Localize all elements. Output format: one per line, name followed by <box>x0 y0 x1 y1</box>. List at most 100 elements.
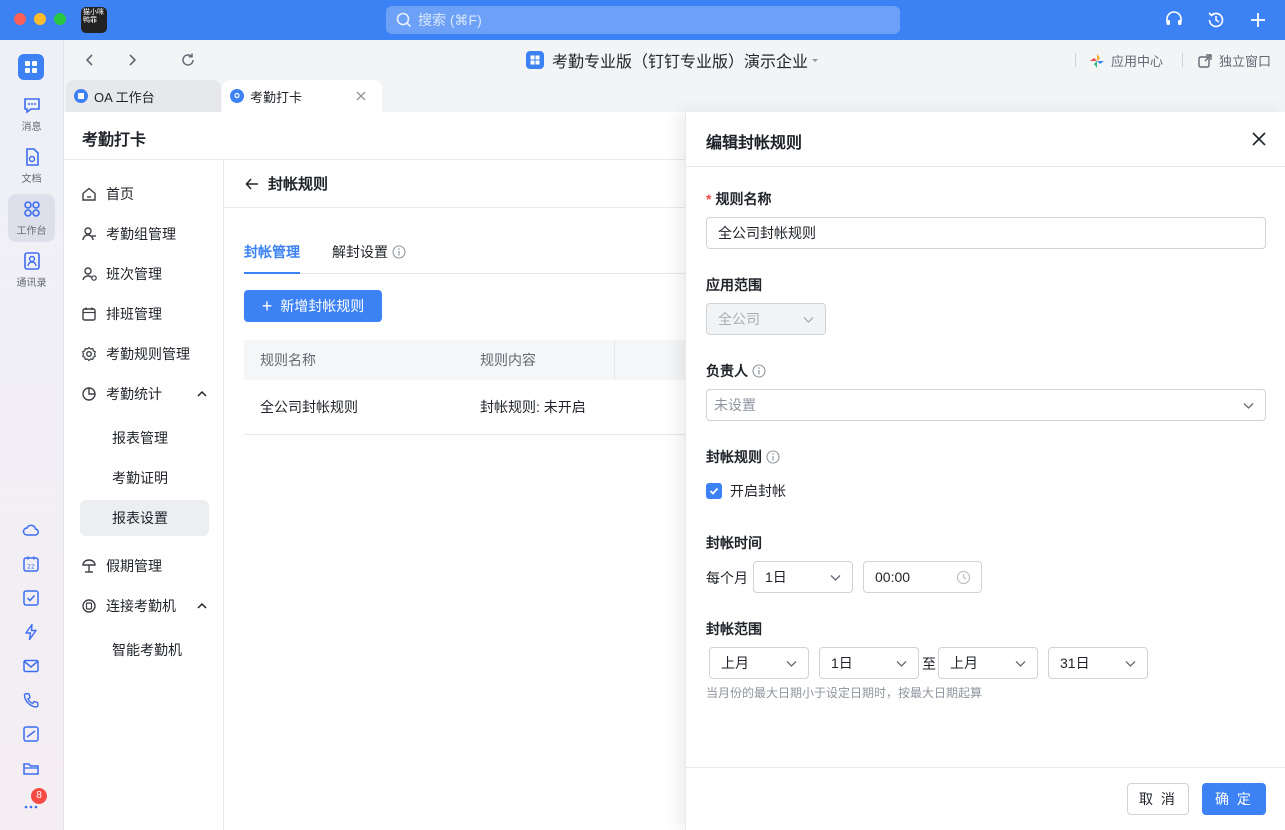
refresh-icon[interactable] <box>178 50 198 70</box>
headset-icon[interactable] <box>1163 9 1185 31</box>
document-icon <box>25 148 39 166</box>
global-search-input[interactable]: 搜索 (⌘F) <box>386 6 900 34</box>
tab-label: 考勤打卡 <box>250 89 303 105</box>
select-placeholder: 未设置 <box>714 397 756 413</box>
forward-icon[interactable] <box>122 50 142 70</box>
lightning-icon[interactable] <box>21 622 41 642</box>
device-icon <box>80 597 98 615</box>
standalone-window-button[interactable]: 独立窗口 <box>1197 51 1271 70</box>
app-grid-button[interactable] <box>18 54 44 80</box>
scope-select[interactable]: 全公司 <box>706 303 826 335</box>
owner-select[interactable]: 未设置 <box>706 389 1266 421</box>
menu-item-smart-device[interactable]: 智能考勤机 <box>80 632 209 668</box>
chevron-down-icon <box>896 661 907 667</box>
menu-label: 报表设置 <box>112 510 168 526</box>
tab-attendance[interactable]: 考勤打卡 <box>222 80 382 112</box>
calendar-icon[interactable]: 22 <box>21 554 41 574</box>
mail-icon[interactable] <box>21 656 41 676</box>
label-text: 应用范围 <box>706 277 762 293</box>
contacts-icon <box>23 252 40 270</box>
tab-label: OA 工作台 <box>94 89 155 105</box>
phone-icon[interactable] <box>21 690 41 710</box>
menu-item-schedule-management[interactable]: 排班管理 <box>80 296 209 332</box>
enable-seal-checkbox[interactable]: 开启封帐 <box>706 481 786 501</box>
tab-oa-workbench[interactable]: OA 工作台 <box>66 80 221 112</box>
menu-item-group-management[interactable]: 考勤组管理 <box>80 216 209 252</box>
select-value: 31日 <box>1060 655 1090 671</box>
close-icon[interactable] <box>354 89 368 103</box>
chevron-down-icon <box>830 575 841 581</box>
back-icon[interactable] <box>80 50 100 70</box>
cancel-button[interactable]: 取 消 <box>1127 783 1189 815</box>
divider <box>1075 53 1076 67</box>
select-value: 1日 <box>831 655 853 671</box>
app-center-button[interactable]: 应用中心 <box>1089 51 1163 70</box>
dock-item-contacts[interactable]: 通讯录 <box>8 246 55 294</box>
table-row[interactable]: 全公司封帐规则 封帐规则: 未开启 <box>244 380 685 435</box>
window-minimize-button[interactable] <box>34 13 46 25</box>
rule-name-label: * 规则名称 <box>706 189 771 209</box>
range-end-month-select[interactable]: 上月 <box>938 647 1038 679</box>
confirm-button[interactable]: 确 定 <box>1202 783 1266 815</box>
dock-item-messages[interactable]: 消息 <box>8 90 55 138</box>
menu-item-home[interactable]: 首页 <box>80 176 209 212</box>
workbench-icon <box>23 201 40 217</box>
menu-item-report-settings[interactable]: 报表设置 <box>80 500 209 536</box>
select-value: 1日 <box>765 569 787 585</box>
menu-item-connect-device[interactable]: 连接考勤机 <box>80 588 209 624</box>
checkbox-checked-icon[interactable] <box>706 483 722 499</box>
label-text: 封帐范围 <box>706 621 762 637</box>
drawer-title: 编辑封帐规则 <box>706 135 803 152</box>
subtab-label: 封帐管理 <box>244 244 300 260</box>
column-header-name: 规则名称 <box>260 352 316 368</box>
external-window-icon <box>1198 53 1212 68</box>
select-value: 上月 <box>950 655 978 671</box>
nav-bar: 考勤专业版（钉钉专业版）演示企业 应用中心 独立窗口 <box>64 40 1285 80</box>
label-text: 规则名称 <box>715 191 772 207</box>
checkbox-label: 开启封帐 <box>730 483 786 499</box>
content-title: 封帐规则 <box>268 176 329 193</box>
chevron-down-icon <box>803 317 814 323</box>
org-title-text: 考勤专业版（钉钉专业版）演示企业 <box>552 54 809 71</box>
menu-item-statistics[interactable]: 考勤统计 <box>80 376 209 412</box>
seal-day-select[interactable]: 1日 <box>753 561 853 593</box>
plus-icon[interactable] <box>1247 9 1269 31</box>
menu-item-attendance-proof[interactable]: 考勤证明 <box>80 460 209 496</box>
info-icon <box>752 364 766 378</box>
column-header-content: 规则内容 <box>480 352 536 368</box>
add-seal-rule-button[interactable]: + 新增封帐规则 <box>244 290 382 322</box>
rule-name-input[interactable]: 全公司封帐规则 <box>706 217 1266 249</box>
window-maximize-button[interactable] <box>54 13 66 25</box>
dock-item-workbench[interactable]: 工作台 <box>8 194 55 242</box>
search-icon <box>396 12 412 28</box>
window-close-button[interactable] <box>14 13 26 25</box>
chevron-up-icon <box>197 390 207 397</box>
range-end-day-select[interactable]: 31日 <box>1048 647 1148 679</box>
todo-check-icon[interactable] <box>21 588 41 608</box>
menu-item-shift-management[interactable]: 班次管理 <box>80 256 209 292</box>
dock-item-docs[interactable]: 文档 <box>8 142 55 190</box>
cloud-icon[interactable] <box>21 520 41 540</box>
range-start-day-select[interactable]: 1日 <box>819 647 919 679</box>
close-icon[interactable] <box>1250 130 1268 148</box>
menu-item-leave-management[interactable]: 假期管理 <box>80 548 209 584</box>
title-bar: 猫小咪 鸭罪 搜索 (⌘F) <box>0 0 1285 40</box>
arrow-left-icon[interactable] <box>244 176 260 192</box>
user-avatar[interactable]: 猫小咪 鸭罪 <box>81 7 107 33</box>
history-icon[interactable] <box>1205 9 1227 31</box>
menu-label: 排班管理 <box>106 306 162 322</box>
label-text: 负责人 <box>706 363 748 379</box>
menu-item-report-management[interactable]: 报表管理 <box>80 420 209 456</box>
range-hint-text: 当月份的最大日期小于设定日期时，按最大日期起算 <box>706 686 983 700</box>
org-switcher[interactable]: 考勤专业版（钉钉专业版）演示企业 <box>526 49 819 71</box>
drawer-header: 编辑封帐规则 <box>686 112 1285 167</box>
seal-time-picker[interactable]: 00:00 <box>863 561 982 593</box>
location-pin-icon <box>230 89 244 103</box>
subtab-unseal-settings[interactable]: 解封设置 <box>332 242 406 262</box>
user-group-icon <box>80 225 98 243</box>
note-icon[interactable] <box>21 724 41 744</box>
subtab-seal-management[interactable]: 封帐管理 <box>244 242 300 262</box>
folder-icon[interactable] <box>21 758 41 778</box>
range-start-month-select[interactable]: 上月 <box>709 647 809 679</box>
menu-item-rules-management[interactable]: 考勤规则管理 <box>80 336 209 372</box>
